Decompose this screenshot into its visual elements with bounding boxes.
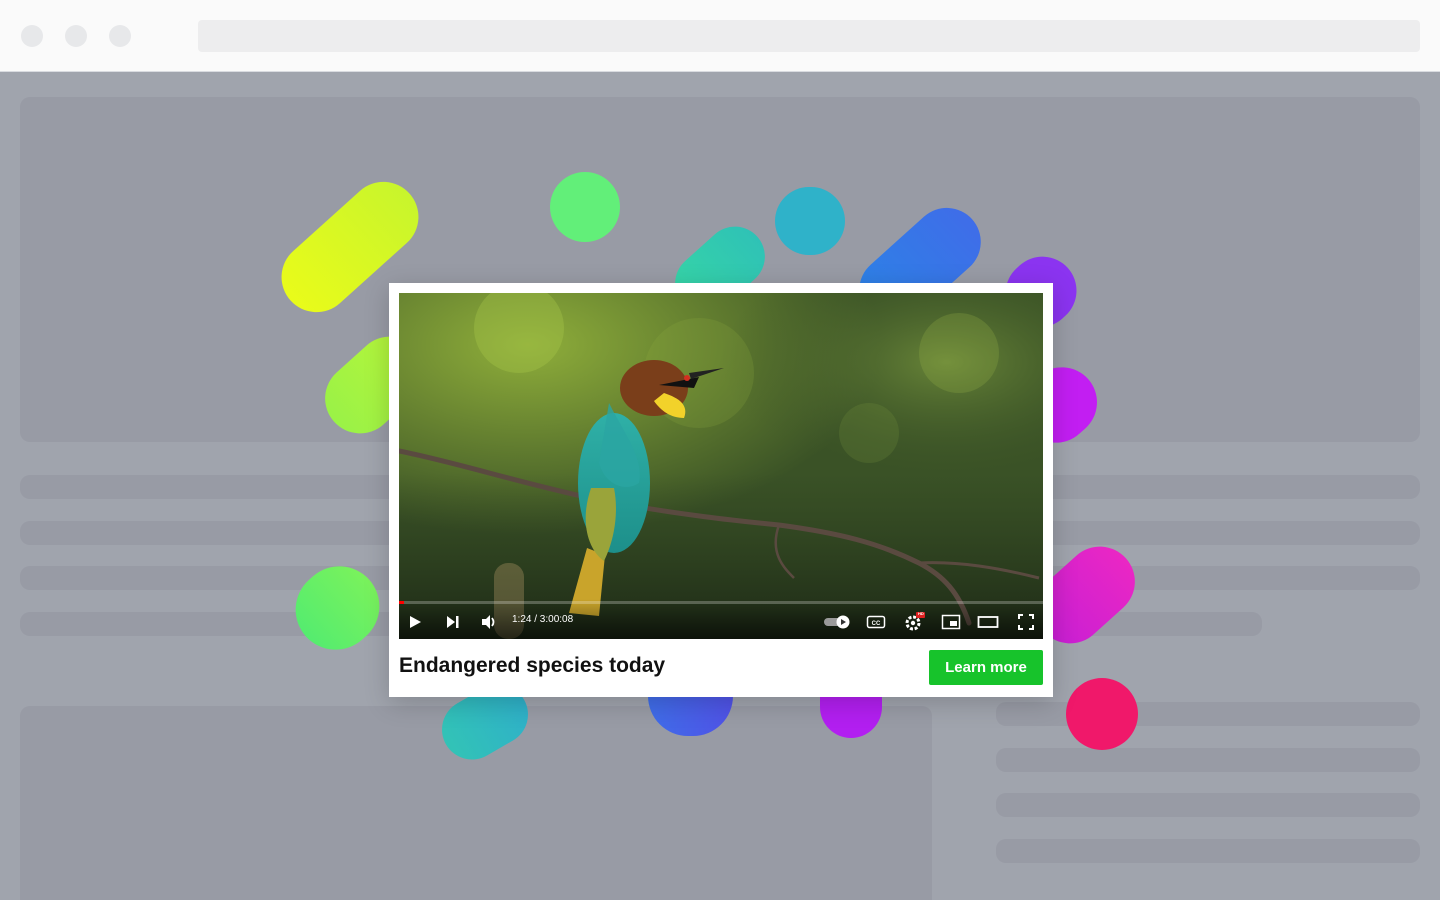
ad-title: Endangered species today xyxy=(399,654,666,677)
miniplayer-icon xyxy=(941,614,961,630)
autoplay-toggle-icon xyxy=(824,615,850,629)
address-bar[interactable] xyxy=(198,20,1420,52)
decor-pill xyxy=(775,187,845,255)
window-minimize-button[interactable] xyxy=(65,25,87,47)
decor-pill xyxy=(1066,678,1138,750)
fullscreen-icon xyxy=(1018,614,1034,630)
volume-button[interactable] xyxy=(477,612,501,632)
volume-icon xyxy=(482,615,495,629)
skeleton-sidebar-line xyxy=(996,839,1420,863)
skeleton-sidebar-line xyxy=(996,748,1420,772)
autoplay-toggle[interactable] xyxy=(821,612,853,632)
video-frame-bird xyxy=(399,293,1043,639)
captions-button[interactable]: CC xyxy=(864,612,888,632)
skeleton-sidebar-line xyxy=(996,702,1420,726)
video-ad-card: 1:24 / 3:00:08 CC HD Endangered species … xyxy=(389,283,1053,697)
play-button[interactable] xyxy=(403,612,427,632)
svg-text:CC: CC xyxy=(872,621,881,627)
next-button[interactable] xyxy=(440,612,464,632)
window-close-button[interactable] xyxy=(21,25,43,47)
theater-mode-icon xyxy=(977,616,999,628)
settings-button[interactable]: HD xyxy=(902,611,926,632)
video-time-display: 1:24 / 3:00:08 xyxy=(512,614,574,625)
skeleton-sidebar-line xyxy=(996,793,1420,817)
captions-icon: CC xyxy=(866,615,886,629)
video-player[interactable]: 1:24 / 3:00:08 CC HD xyxy=(399,293,1043,639)
miniplayer-button[interactable] xyxy=(939,612,963,632)
window-maximize-button[interactable] xyxy=(109,25,131,47)
learn-more-button[interactable]: Learn more xyxy=(929,650,1043,685)
video-progress-fill xyxy=(399,601,405,604)
decor-pill xyxy=(550,172,620,242)
theater-mode-button[interactable] xyxy=(976,612,1000,632)
settings-hd-badge: HD xyxy=(918,611,924,616)
browser-toolbar xyxy=(0,0,1440,72)
next-icon xyxy=(447,616,459,628)
play-icon xyxy=(410,616,421,628)
video-progress-bar[interactable] xyxy=(399,601,1043,604)
fullscreen-button[interactable] xyxy=(1014,612,1038,632)
